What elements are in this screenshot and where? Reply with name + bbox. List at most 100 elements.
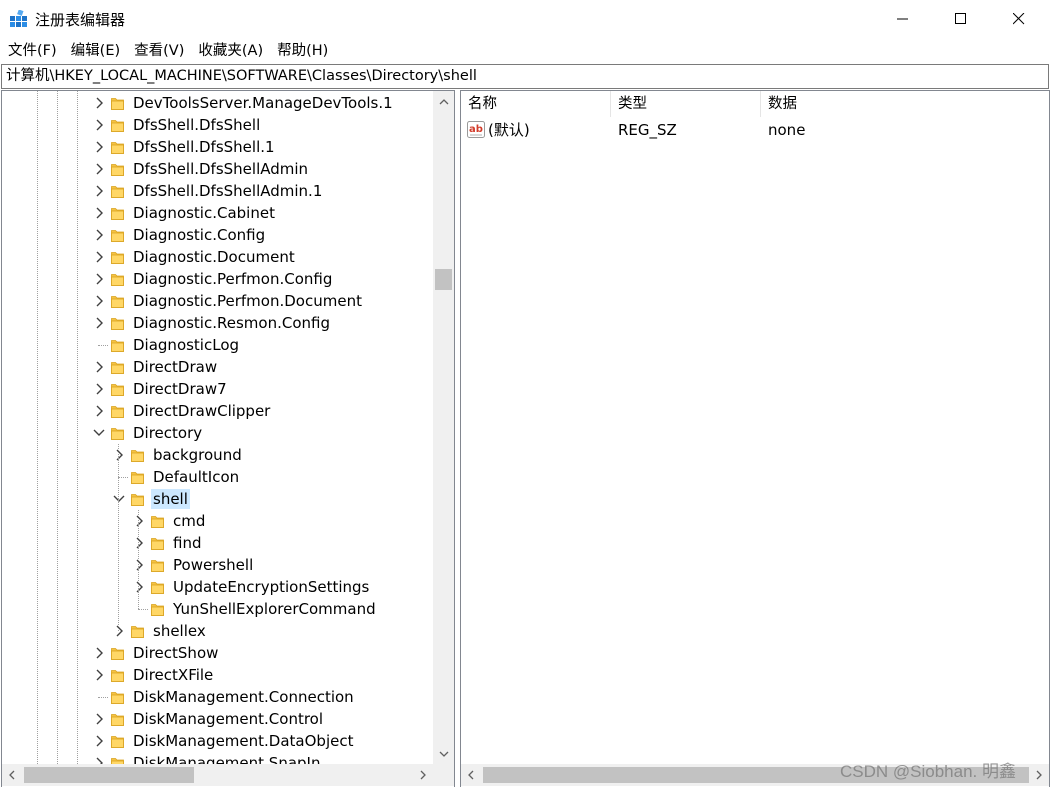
tree-item[interactable]: DiskManagement.DataObject	[2, 730, 433, 752]
chevron-right-icon[interactable]	[92, 381, 106, 397]
tree-item-label: Diagnostic.Cabinet	[133, 204, 275, 222]
chevron-right-icon[interactable]	[92, 117, 106, 133]
chevron-right-icon[interactable]	[92, 667, 106, 683]
tree-item[interactable]: DirectShow	[2, 642, 433, 664]
tree-scroll-left-button[interactable]	[2, 764, 22, 786]
close-button[interactable]	[990, 0, 1048, 38]
scroll-down-button[interactable]	[433, 743, 454, 764]
tree-item[interactable]: Diagnostic.Config	[2, 224, 433, 246]
tree-item[interactable]: cmd	[2, 510, 433, 532]
menu-edit[interactable]: 编辑(E)	[64, 38, 127, 64]
tree-item[interactable]: DirectDraw	[2, 356, 433, 378]
tree-item-label: DiskManagement.Connection	[133, 688, 354, 706]
tree-item[interactable]: DirectDrawClipper	[2, 400, 433, 422]
tree-item[interactable]: DirectXFile	[2, 664, 433, 686]
tree-item[interactable]: YunShellExplorerCommand	[2, 598, 433, 620]
chevron-down-icon	[439, 751, 448, 757]
tree-item-label: Powershell	[173, 556, 254, 574]
minimize-button[interactable]	[874, 0, 932, 38]
folder-icon	[111, 384, 124, 396]
window-title: 注册表编辑器	[35, 11, 126, 29]
chevron-right-icon[interactable]	[92, 359, 106, 375]
tree-item[interactable]: DevToolsServer.ManageDevTools.1	[2, 92, 433, 114]
chevron-right-icon[interactable]	[92, 315, 106, 331]
address-bar[interactable]: 计算机\HKEY_LOCAL_MACHINE\SOFTWARE\Classes\…	[1, 64, 1049, 89]
chevron-right-icon[interactable]	[92, 161, 106, 177]
chevron-right-icon[interactable]	[92, 183, 106, 199]
chevron-down-icon[interactable]	[92, 425, 106, 441]
chevron-right-icon[interactable]	[92, 293, 106, 309]
values-scroll-left-button[interactable]	[461, 764, 481, 786]
maximize-button[interactable]	[932, 0, 990, 38]
tree-item[interactable]: Diagnostic.Resmon.Config	[2, 312, 433, 334]
tree-item[interactable]: DfsShell.DfsShell	[2, 114, 433, 136]
tree-item-label: Directory	[133, 424, 203, 442]
chevron-right-icon[interactable]	[112, 623, 126, 639]
chevron-right-icon[interactable]	[92, 95, 106, 111]
chevron-right-icon[interactable]	[112, 447, 126, 463]
tree-item[interactable]: Diagnostic.Perfmon.Config	[2, 268, 433, 290]
chevron-right-icon[interactable]	[92, 205, 106, 221]
folder-icon	[111, 252, 124, 264]
title-bar[interactable]: 注册表编辑器	[0, 0, 1051, 38]
chevron-right-icon[interactable]	[92, 249, 106, 265]
chevron-right-icon[interactable]	[132, 579, 146, 595]
tree-item[interactable]: DefaultIcon	[2, 466, 433, 488]
folder-icon	[111, 186, 124, 198]
tree-item-label: DfsShell.DfsShell	[133, 116, 261, 134]
chevron-right-icon[interactable]	[92, 733, 106, 749]
tree-item[interactable]: DfsShell.DfsShellAdmin	[2, 158, 433, 180]
values-scroll-right-button[interactable]	[1029, 764, 1049, 786]
chevron-down-icon[interactable]	[112, 491, 126, 507]
chevron-right-icon[interactable]	[92, 403, 106, 419]
folder-icon	[131, 494, 144, 506]
chevron-right-icon[interactable]	[92, 755, 106, 764]
tree-item-label: find	[173, 534, 202, 552]
tree-item[interactable]: shell	[2, 488, 433, 510]
chevron-right-icon[interactable]	[132, 557, 146, 573]
tree-vertical-scroll-thumb[interactable]	[435, 269, 452, 290]
chevron-right-icon[interactable]	[132, 535, 146, 551]
tree-item[interactable]: UpdateEncryptionSettings	[2, 576, 433, 598]
column-header-data[interactable]: 数据	[761, 91, 911, 117]
chevron-right-icon[interactable]	[92, 645, 106, 661]
chevron-right-icon[interactable]	[132, 513, 146, 529]
tree-item-label: DefaultIcon	[153, 468, 240, 486]
tree-vertical-scrollbar[interactable]	[433, 91, 454, 764]
value-row[interactable]: ab (默认) REG_SZ none	[461, 118, 1049, 142]
menu-favorites[interactable]: 收藏夹(A)	[191, 38, 270, 64]
folder-icon	[111, 362, 124, 374]
tree-item-label: DiagnosticLog	[133, 336, 240, 354]
chevron-right-icon[interactable]	[92, 711, 106, 727]
tree-item[interactable]: Powershell	[2, 554, 433, 576]
tree-item[interactable]: DfsShell.DfsShell.1	[2, 136, 433, 158]
chevron-left-icon	[468, 770, 474, 780]
tree-horizontal-scroll-thumb[interactable]	[24, 767, 194, 783]
tree-item[interactable]: DiskManagement.Connection	[2, 686, 433, 708]
chevron-right-icon[interactable]	[92, 227, 106, 243]
tree-item[interactable]: DfsShell.DfsShellAdmin.1	[2, 180, 433, 202]
tree-item[interactable]: DiskManagement.Control	[2, 708, 433, 730]
tree-item[interactable]: shellex	[2, 620, 433, 642]
menu-file[interactable]: 文件(F)	[1, 38, 64, 64]
scroll-up-button[interactable]	[433, 91, 454, 112]
chevron-right-icon[interactable]	[92, 271, 106, 287]
tree-item-label: Diagnostic.Perfmon.Config	[133, 270, 333, 288]
tree-item[interactable]: Diagnostic.Perfmon.Document	[2, 290, 433, 312]
menu-help[interactable]: 帮助(H)	[270, 38, 335, 64]
menu-view[interactable]: 查看(V)	[127, 38, 191, 64]
folder-icon	[111, 692, 124, 704]
tree-item[interactable]: Diagnostic.Document	[2, 246, 433, 268]
tree-item[interactable]: find	[2, 532, 433, 554]
tree-item[interactable]: Directory	[2, 422, 433, 444]
column-header-name[interactable]: 名称	[461, 91, 611, 117]
tree-horizontal-scrollbar[interactable]	[2, 764, 433, 786]
tree-item[interactable]: Diagnostic.Cabinet	[2, 202, 433, 224]
tree-item[interactable]: background	[2, 444, 433, 466]
tree-item[interactable]: DiagnosticLog	[2, 334, 433, 356]
tree-item[interactable]: DirectDraw7	[2, 378, 433, 400]
column-header-type[interactable]: 类型	[611, 91, 761, 117]
tree-scroll-right-button[interactable]	[413, 764, 433, 786]
chevron-right-icon[interactable]	[92, 139, 106, 155]
tree-item[interactable]: DiskManagement.SnapIn	[2, 752, 433, 764]
